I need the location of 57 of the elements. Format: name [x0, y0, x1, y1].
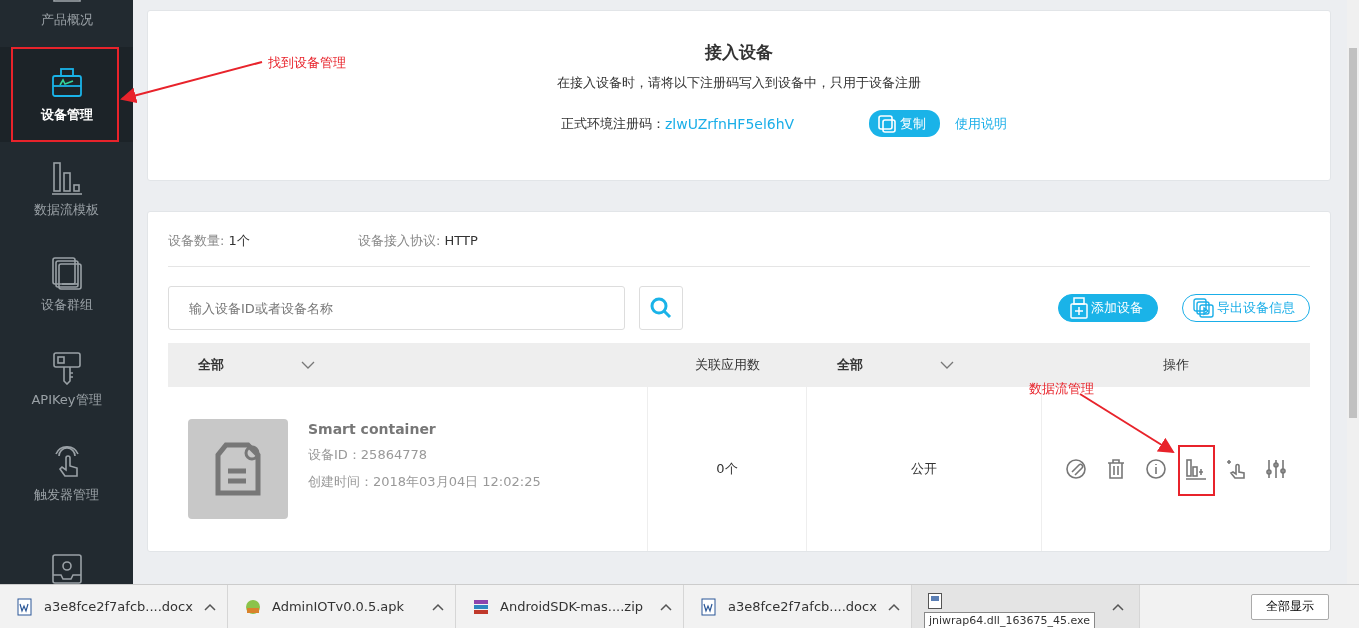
code-label: 正式环境注册码： [561, 114, 665, 133]
card-description: 在接入设备时，请将以下注册码写入到设备中，只用于设备注册 [557, 74, 921, 92]
copy-icon [877, 113, 897, 134]
info-icon[interactable] [1145, 458, 1167, 480]
toolbox-icon [49, 65, 84, 100]
sidebar-item[interactable]: 触发器管理 [0, 427, 133, 522]
device-plus-icon [1069, 297, 1089, 319]
bar-chart-icon [49, 160, 84, 195]
annotation-label: 找到设备管理 [268, 54, 346, 72]
table-cell: 0个 [648, 387, 807, 551]
paperclip-icon[interactable] [1065, 458, 1087, 480]
tablet-stack-icon [49, 255, 84, 290]
highlight-frame [1178, 445, 1215, 496]
search-icon [649, 296, 673, 320]
download-item[interactable]: AndroidSDK-mas....zip [456, 584, 684, 628]
export-icon [1193, 298, 1215, 318]
caret-up-icon[interactable] [660, 602, 672, 611]
bar-chart-icon[interactable] [1185, 458, 1207, 480]
device-id: 设备ID：25864778 [308, 446, 428, 464]
chevron-down-icon [301, 361, 315, 369]
created-time: 创建时间：2018年03月04日 12:02:25 [308, 473, 541, 491]
sidebar-item[interactable]: APIKey管理 [0, 332, 133, 427]
card-title: 接入设备 [705, 41, 773, 64]
device-name: Smart container [308, 421, 437, 437]
filter-dropdown[interactable]: 全部 [168, 343, 648, 387]
sliders-icon[interactable] [1265, 458, 1287, 480]
chevron-down-icon [940, 361, 954, 369]
caret-up-icon[interactable] [1112, 602, 1124, 611]
document-icon [700, 597, 718, 616]
annotation-label: 数据流管理 [1029, 380, 1094, 398]
sidebar-item[interactable]: 数据流模板 [0, 142, 133, 237]
device-count: 设备数量: 1个 [168, 231, 251, 250]
caret-up-icon[interactable] [204, 602, 216, 611]
sidebar-item[interactable]: 设备管理 [0, 47, 133, 142]
archive-icon [472, 597, 490, 616]
scrollbar[interactable] [1347, 0, 1359, 584]
download-item[interactable]: jniwrap64.dll_163675_45.exe [912, 584, 1140, 628]
sidebar-item[interactable]: 产品概况 [0, 0, 133, 47]
caret-up-icon[interactable] [888, 602, 900, 611]
search-field[interactable]: 输入设备ID或者设备名称 [168, 286, 625, 330]
sidebar-item[interactable]: 设备群组 [0, 237, 133, 332]
scrollbar-thumb[interactable] [1349, 48, 1357, 418]
download-item[interactable]: a3e8fce2f7afcb....docx [0, 584, 228, 628]
column-header: 操作 [1162, 356, 1190, 374]
download-item[interactable]: AdminIOTv0.0.5.apk [228, 584, 456, 628]
tooltip: jniwrap64.dll_163675_45.exe [924, 611, 1095, 628]
document-icon [16, 597, 34, 616]
caret-up-icon[interactable] [432, 602, 444, 611]
column-header: 关联应用数 [694, 356, 761, 374]
trash-icon[interactable] [1105, 458, 1127, 480]
touch-hand-icon[interactable] [1225, 458, 1247, 480]
file-icon [928, 592, 942, 609]
search-button[interactable] [639, 286, 683, 330]
access-protocol: 设备接入协议: HTTP [358, 231, 479, 250]
show-all-button[interactable]: 全部显示 [1251, 593, 1329, 620]
registration-code: zlwUZrfnHF5el6hV [665, 115, 796, 132]
gear-monitor-icon [49, 552, 84, 584]
